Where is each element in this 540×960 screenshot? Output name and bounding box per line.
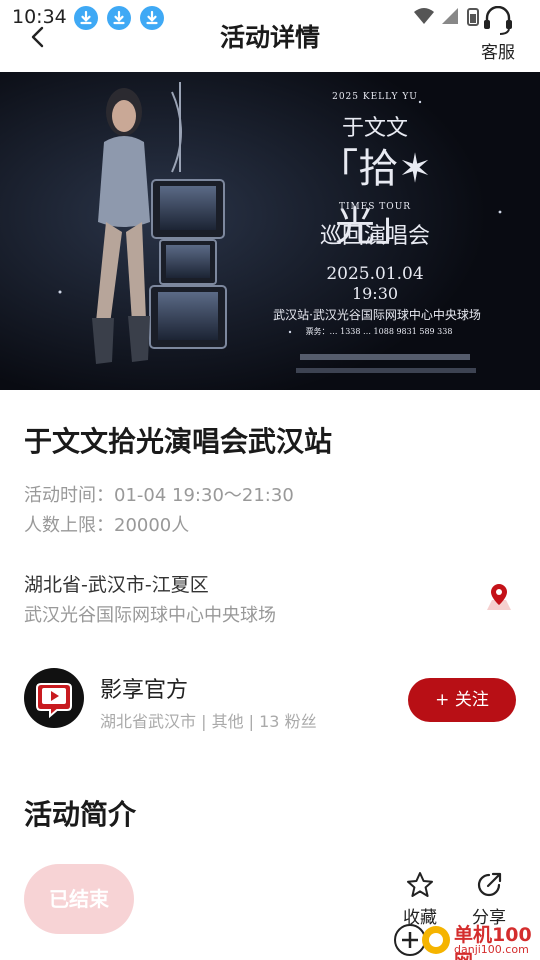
follow-button[interactable]: + 关注 [408, 678, 516, 722]
event-time: 活动时间：01-04 19:30～21:30 [24, 485, 294, 506]
site-watermark: 单机100网 danji100.com [392, 920, 540, 960]
poster-tour-en: TIMES TOUR [338, 202, 412, 212]
address-venue: 武汉光谷国际网球中心中央球场 [24, 605, 276, 626]
page-title: 活动详情 [219, 23, 320, 52]
organizer-name[interactable]: 影享官方 [100, 672, 188, 704]
poster-hotline: 票务：… 1338 … 1088 9831 589 338 [305, 327, 453, 336]
video-play-icon [36, 683, 72, 719]
location-pin-icon[interactable] [482, 580, 516, 614]
poster-time: 19:30 [351, 284, 399, 303]
watermark-url: danji100.com [454, 943, 529, 956]
address-main: 湖北省-武汉市-江夏区 [24, 574, 209, 596]
customer-service-button[interactable]: 客服 [474, 6, 522, 63]
header: 活动详情 客服 [0, 0, 540, 72]
event-title: 于文文拾光演唱会武汉站 [24, 425, 333, 458]
intro-section-title: 活动简介 [24, 798, 137, 831]
poster-eyebrow: 2025 KELLY YU [332, 92, 418, 102]
event-poster[interactable]: 2025 KELLY YU 于文文 「拾✶光」 TIMES TOUR 巡回演唱会… [0, 72, 540, 390]
share-icon [477, 872, 502, 897]
poster-venue: 武汉站·武汉光谷国际网球中心中央球场 [273, 308, 481, 322]
event-ended-button: 已结束 [24, 864, 134, 934]
poster-date: 2025.01.04 [326, 264, 424, 284]
poster-tour-cn: 巡回演唱会 [319, 224, 430, 249]
headset-icon [484, 6, 512, 35]
star-icon [407, 872, 433, 897]
watermark-logo-icon [394, 924, 450, 956]
organizer-avatar[interactable] [24, 668, 84, 728]
event-capacity: 人数上限：20000人 [24, 515, 190, 536]
organizer-meta: 湖北省武汉市 | 其他 | 13 粉丝 [100, 712, 317, 731]
customer-service-label: 客服 [481, 43, 515, 63]
